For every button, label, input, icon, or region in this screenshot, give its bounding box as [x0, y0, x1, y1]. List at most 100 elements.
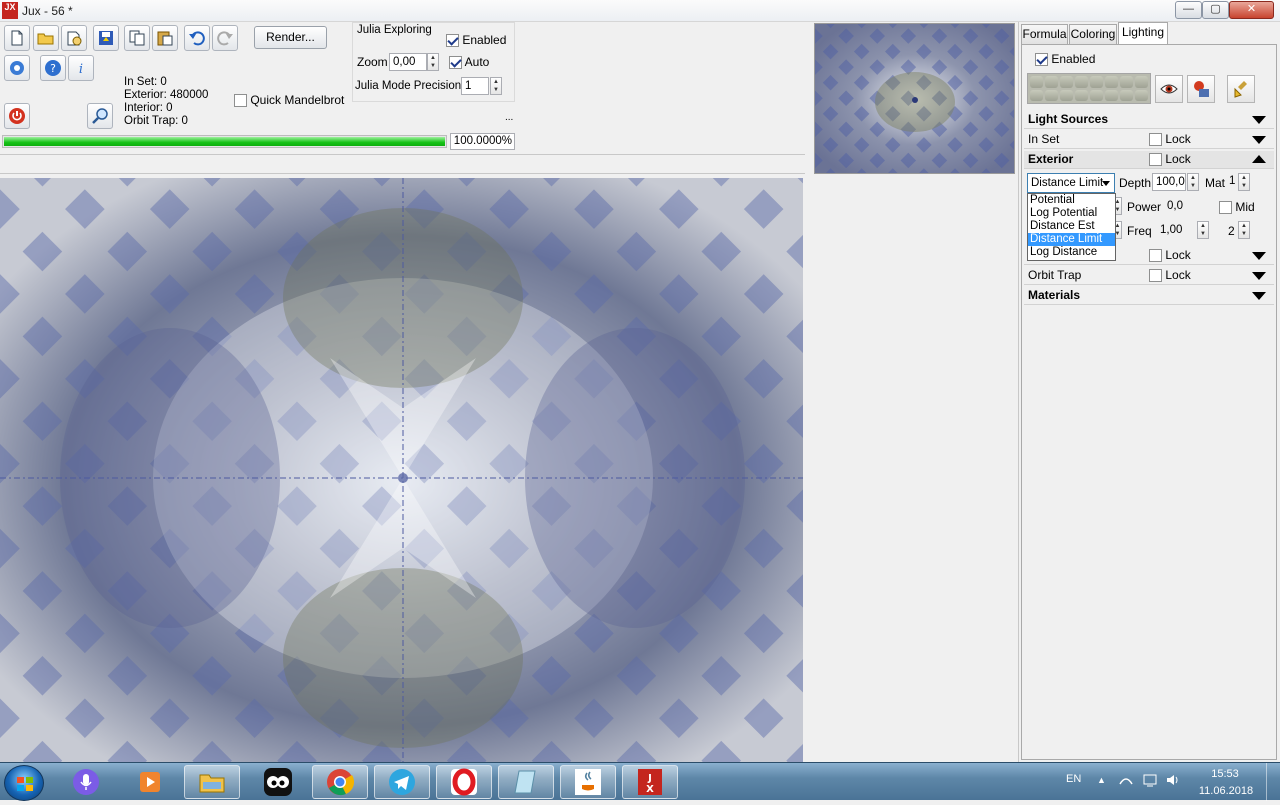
tray-flag-icon[interactable]	[1142, 772, 1158, 791]
lock-check[interactable]	[1149, 249, 1162, 263]
freq-spinner[interactable]: ▲ ▼	[1197, 221, 1209, 239]
close-button[interactable]: ✕	[1229, 1, 1274, 19]
taskbar-app-explorer[interactable]	[184, 765, 240, 799]
show-desktop-button[interactable]	[1266, 763, 1280, 801]
view-lighting-button[interactable]	[1155, 75, 1183, 103]
render-button[interactable]: Render...	[254, 26, 327, 49]
in-set-lock[interactable]: Lock	[1149, 133, 1191, 147]
swatch[interactable]	[1045, 89, 1058, 101]
section-light-sources[interactable]: Light Sources	[1024, 111, 1274, 129]
dropdown-option[interactable]: Distance Est	[1028, 220, 1115, 233]
preview-thumbnail[interactable]	[814, 23, 1015, 174]
swatch[interactable]	[1075, 76, 1088, 88]
swatch[interactable]	[1135, 76, 1148, 88]
quick-mandelbrot-check[interactable]	[234, 94, 247, 108]
language-indicator[interactable]: EN	[1066, 773, 1081, 785]
julia-enabled-checkbox[interactable]: Enabled	[446, 33, 506, 48]
exterior-lock[interactable]: Lock	[1149, 153, 1191, 167]
lock-check[interactable]	[1149, 133, 1162, 147]
swatch[interactable]	[1030, 76, 1043, 88]
swatch[interactable]	[1075, 89, 1088, 101]
section-materials[interactable]: Materials	[1024, 287, 1274, 305]
zoom-button[interactable]	[87, 103, 113, 129]
help-button[interactable]: ?	[40, 55, 66, 81]
tray-network-settings-icon[interactable]	[1118, 772, 1134, 791]
auto-check[interactable]	[449, 56, 462, 70]
tab-coloring[interactable]: Coloring	[1069, 24, 1117, 44]
clear-lighting-button[interactable]	[1227, 75, 1255, 103]
tab-lighting[interactable]: Lighting	[1118, 22, 1168, 45]
julia-precision-input[interactable]: 1	[461, 77, 489, 95]
freq-input[interactable]: 1,00	[1156, 221, 1196, 239]
swatch[interactable]	[1120, 76, 1133, 88]
auto-checkbox[interactable]: Auto	[449, 55, 489, 70]
lighting-enabled-check[interactable]	[1035, 53, 1048, 67]
fractal-canvas[interactable]	[0, 178, 803, 762]
taskbar-app-eyes[interactable]	[250, 765, 306, 799]
stop-button[interactable]	[4, 103, 30, 129]
taskbar-app-notes[interactable]	[498, 765, 554, 799]
swatch[interactable]	[1120, 89, 1133, 101]
settings-button[interactable]	[4, 55, 30, 81]
lighting-enabled-checkbox[interactable]: Enabled	[1035, 52, 1095, 67]
clock-time[interactable]: 15:53	[1200, 768, 1250, 780]
swatch[interactable]	[1135, 89, 1148, 101]
mat-input[interactable]: 1	[1226, 173, 1238, 191]
swatch[interactable]	[1090, 76, 1103, 88]
taskbar-app-telegram[interactable]	[374, 765, 430, 799]
swatch[interactable]	[1090, 89, 1103, 101]
exterior-mode-dropdown[interactable]: Potential Log Potential Distance Est Dis…	[1027, 193, 1116, 261]
undo-button[interactable]	[184, 25, 210, 51]
section-exterior[interactable]: Exterior Lock	[1024, 151, 1274, 169]
depth-input[interactable]: 100,0	[1152, 173, 1186, 191]
dropdown-option[interactable]: Log Distance	[1028, 246, 1115, 259]
orbit-trap-lock[interactable]: Lock	[1149, 269, 1191, 283]
zoom-spinner[interactable]: ▲ ▼	[427, 53, 439, 71]
swatch[interactable]	[1105, 89, 1118, 101]
maximize-button[interactable]: ▢	[1202, 1, 1229, 19]
chevron-down-icon[interactable]	[1252, 252, 1266, 260]
lock-check[interactable]	[1149, 269, 1162, 283]
material-swatch-grid[interactable]	[1027, 73, 1151, 104]
swatch[interactable]	[1105, 76, 1118, 88]
quick-mandelbrot-checkbox[interactable]: Quick Mandelbrot	[234, 93, 344, 108]
chevron-down-icon[interactable]	[1252, 116, 1266, 124]
julia-enabled-check[interactable]	[446, 34, 459, 48]
taskbar-app-jux[interactable]: JX	[622, 765, 678, 799]
open-recent-button[interactable]	[61, 25, 87, 51]
more-options[interactable]: ...	[505, 112, 513, 123]
taskbar-app-microphone[interactable]	[58, 765, 114, 799]
taskbar-app-chrome[interactable]	[312, 765, 368, 799]
interior-lock[interactable]: Lock	[1149, 249, 1191, 263]
new-file-button[interactable]	[4, 25, 30, 51]
taskbar-app-java[interactable]	[560, 765, 616, 799]
mat-spinner[interactable]: ▲ ▼	[1238, 173, 1250, 191]
depth-spinner[interactable]: ▲ ▼	[1187, 173, 1199, 191]
swatch[interactable]	[1045, 76, 1058, 88]
swatch[interactable]	[1060, 76, 1073, 88]
chevron-down-icon[interactable]	[1252, 136, 1266, 144]
swatch[interactable]	[1030, 89, 1043, 101]
tray-volume-icon[interactable]	[1165, 772, 1181, 791]
save-button[interactable]	[93, 25, 119, 51]
tray-expand-icon[interactable]: ▲	[1097, 775, 1106, 785]
start-button[interactable]	[4, 765, 44, 801]
taskbar-app-opera[interactable]	[436, 765, 492, 799]
zoom-input[interactable]: 0,00	[389, 53, 427, 71]
taskbar-app-media[interactable]	[122, 765, 178, 799]
swatch[interactable]	[1060, 89, 1073, 101]
exterior-mode-combo[interactable]: Distance Limit	[1027, 173, 1115, 193]
power-input[interactable]: 0,0	[1163, 197, 1197, 215]
clock-date[interactable]: 11.06.2018	[1196, 785, 1256, 797]
open-file-button[interactable]	[33, 25, 59, 51]
chevron-up-icon[interactable]	[1252, 155, 1266, 163]
redo-button[interactable]	[212, 25, 238, 51]
chevron-down-icon[interactable]	[1252, 292, 1266, 300]
julia-precision-spinner[interactable]: ▲ ▼	[490, 77, 502, 95]
dropdown-option[interactable]: Log Potential	[1028, 207, 1115, 220]
mid-checkbox[interactable]: Mid	[1219, 200, 1255, 215]
lock-check[interactable]	[1149, 153, 1162, 167]
tab-formula[interactable]: Formula	[1021, 24, 1068, 44]
freq-extra-spinner[interactable]: ▲ ▼	[1238, 221, 1250, 239]
section-orbit-trap[interactable]: Orbit Trap Lock	[1024, 267, 1274, 285]
